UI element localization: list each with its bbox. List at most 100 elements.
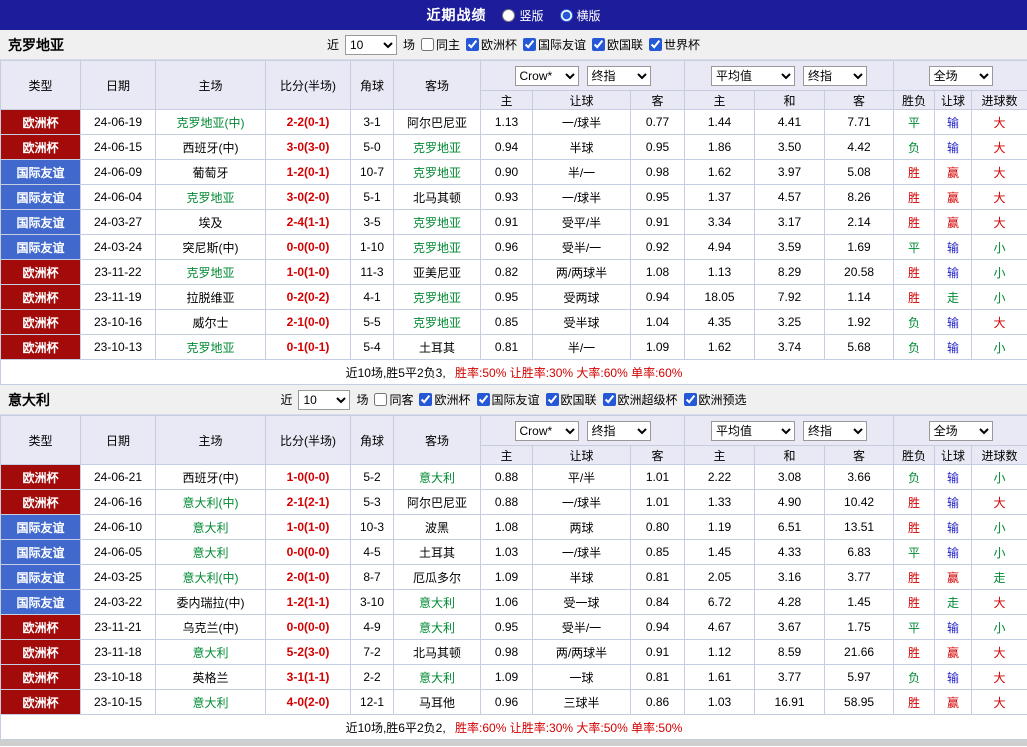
same-side-filter[interactable]: 同客	[374, 391, 413, 408]
same-side-checkbox[interactable]	[420, 38, 434, 51]
asian-handicap: 一/球半	[532, 109, 631, 135]
euro-provider-select[interactable]: 平均值	[711, 420, 796, 441]
competition-filter[interactable]: 国际友谊	[523, 36, 586, 53]
away-team: 波黑	[393, 514, 481, 540]
euro-home-odds: 2.22	[684, 464, 756, 490]
competition-checkbox[interactable]	[545, 393, 559, 406]
competition-filter[interactable]: 欧洲杯	[465, 36, 517, 53]
competition-filter[interactable]: 世界杯	[649, 36, 700, 53]
result-handicap: 赢	[934, 209, 973, 235]
result-goals: 走	[971, 564, 1027, 590]
sub-asian-away: 客	[629, 445, 686, 465]
result-winloss: 胜	[893, 209, 936, 235]
asian-home-odds: 0.91	[480, 209, 533, 235]
competition-filter[interactable]: 欧国联	[592, 36, 643, 53]
sub-euro-draw: 和	[754, 90, 826, 110]
competition-checkbox[interactable]	[419, 393, 433, 406]
asian-home-odds: 0.95	[480, 284, 533, 310]
competition-label: 国际友谊	[538, 38, 587, 52]
result-winloss: 胜	[893, 689, 936, 715]
match-type: 欧洲杯	[0, 464, 81, 490]
home-team: 克罗地亚	[155, 259, 266, 285]
corners: 4-5	[350, 539, 394, 565]
euro-draw-odds: 16.91	[754, 689, 826, 715]
competition-checkbox[interactable]	[602, 393, 616, 406]
euro-provider-select[interactable]: 平均值	[711, 65, 796, 86]
asian-away-odds: 0.98	[629, 159, 686, 185]
asian-provider-select[interactable]: Crow*	[514, 420, 579, 441]
match-date: 23-10-18	[80, 664, 156, 690]
competition-checkbox[interactable]	[649, 38, 663, 51]
asian-index-select[interactable]: 终指	[586, 420, 651, 441]
sub-euro-away: 客	[824, 445, 895, 465]
euro-home-odds: 1.12	[684, 639, 756, 665]
table-row: 欧洲杯 23-10-15 意大利 4-0(2-0) 12-1 马耳他 0.96 三球半 0.86…	[0, 689, 1027, 715]
vertical-radio[interactable]	[502, 8, 516, 22]
corners: 1-10	[350, 234, 394, 260]
layout-option-vertical[interactable]: 竖版	[502, 7, 544, 24]
away-team: 克罗地亚	[393, 159, 481, 185]
asian-home-odds: 0.82	[480, 259, 533, 285]
section-filterbar: 意大利 近 10 场 同客 欧洲杯 国际友谊 欧国联 欧洲超级杯 欧洲预选	[0, 385, 1027, 415]
match-type: 欧洲杯	[0, 309, 81, 335]
euro-home-odds: 1.86	[684, 134, 756, 160]
result-winloss: 胜	[893, 489, 936, 515]
competition-filter[interactable]: 国际友谊	[476, 391, 540, 408]
competition-checkbox[interactable]	[683, 393, 697, 406]
euro-draw-odds: 3.67	[754, 614, 826, 640]
result-winloss: 负	[893, 309, 936, 335]
table-row: 国际友谊 24-06-05 意大利 0-0(0-0) 4-5 土耳其 1.03 一/球半 0.8…	[0, 539, 1027, 565]
asian-index-select[interactable]: 终指	[586, 65, 651, 86]
score: 1-2(1-1)	[265, 589, 351, 615]
competition-filter[interactable]: 欧洲杯	[419, 391, 471, 408]
asian-home-odds: 0.95	[480, 614, 533, 640]
competition-checkbox[interactable]	[465, 38, 479, 51]
col-type: 类型	[0, 415, 81, 465]
euro-home-odds: 1.03	[684, 689, 756, 715]
asian-handicap: 受半/一	[532, 234, 631, 260]
asian-handicap: 平/半	[532, 464, 631, 490]
corners: 7-2	[350, 639, 394, 665]
asian-away-odds: 0.80	[629, 514, 686, 540]
sub-goals-result: 进球数	[971, 445, 1027, 465]
result-handicap: 赢	[934, 184, 973, 210]
competition-label: 国际友谊	[491, 393, 540, 407]
asian-home-odds: 1.03	[480, 539, 533, 565]
competition-checkbox[interactable]	[523, 38, 536, 51]
scope-select[interactable]: 全场	[928, 420, 993, 441]
euro-draw-odds: 3.59	[754, 234, 826, 260]
scope-select[interactable]: 全场	[928, 65, 993, 86]
home-team: 意大利(中)	[155, 564, 266, 590]
asian-provider-select[interactable]: Crow*	[514, 65, 579, 86]
result-winloss: 胜	[893, 564, 936, 590]
competition-filter[interactable]: 欧国联	[545, 391, 597, 408]
euro-away-odds: 4.42	[824, 134, 895, 160]
col-type: 类型	[0, 60, 81, 110]
competition-filter[interactable]: 欧洲超级杯	[602, 391, 678, 408]
corners: 3-10	[350, 589, 394, 615]
result-goals: 小	[971, 284, 1027, 310]
table-row: 国际友谊 24-06-09 葡萄牙 1-2(0-1) 10-7 克罗地亚 0.90 半/一 0.…	[0, 159, 1027, 185]
euro-draw-odds: 7.92	[754, 284, 826, 310]
same-side-checkbox[interactable]	[374, 393, 388, 406]
table-row: 欧洲杯 23-10-18 英格兰 3-1(1-1) 2-2 意大利 1.09 一球 0.81 1.…	[0, 664, 1027, 690]
result-winloss: 平	[893, 234, 936, 260]
near-count-select[interactable]: 10	[298, 389, 351, 410]
sub-euro-away: 客	[824, 90, 895, 110]
near-count-select[interactable]: 10	[344, 34, 397, 55]
same-side-filter[interactable]: 同主	[420, 36, 460, 53]
result-goals: 大	[971, 109, 1027, 135]
euro-index-select[interactable]: 终指	[803, 420, 868, 441]
horizontal-radio[interactable]	[559, 8, 573, 22]
competition-filters: 欧洲杯 国际友谊 欧国联 世界杯	[465, 36, 700, 53]
competition-checkbox[interactable]	[592, 38, 606, 51]
result-goals: 大	[971, 309, 1027, 335]
layout-option-horizontal[interactable]: 横版	[559, 7, 601, 24]
score: 0-0(0-0)	[265, 234, 351, 260]
euro-index-select[interactable]: 终指	[803, 65, 868, 86]
competition-checkbox[interactable]	[476, 393, 490, 406]
result-winloss: 负	[893, 664, 936, 690]
sub-winloss: 胜负	[893, 445, 936, 465]
sub-euro-draw: 和	[754, 445, 826, 465]
competition-filter[interactable]: 欧洲预选	[683, 391, 747, 408]
